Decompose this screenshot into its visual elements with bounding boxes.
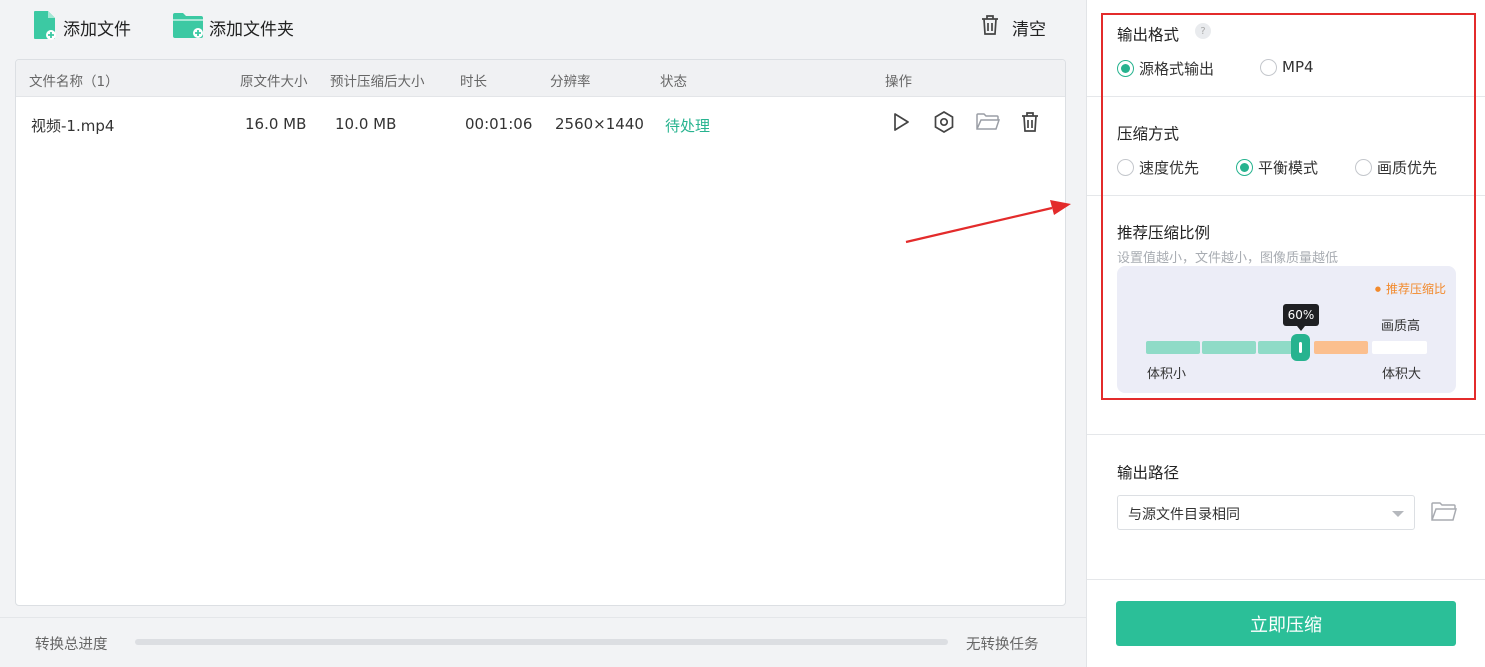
file-panel: 添加文件 添加文件夹 清空 文件名称（1） 原文件大小 预计压缩后大小 时长 分… [0, 0, 1086, 667]
radio-mp4[interactable]: MP4 [1260, 58, 1314, 76]
radio-dot [1117, 60, 1134, 77]
file-orig-size: 16.0 MB [245, 115, 307, 133]
slider-thumb[interactable] [1291, 334, 1310, 361]
col-header-actions: 操作 [885, 74, 912, 90]
add-folder-icon [172, 11, 209, 44]
radio-label: 源格式输出 [1139, 60, 1215, 78]
output-format-title: 输出格式 [1117, 26, 1180, 44]
progress-status: 无转换任务 [966, 637, 1039, 653]
output-path-value: 与源文件目录相同 [1128, 507, 1240, 523]
divider [1087, 96, 1485, 97]
add-file-label: 添加文件 [63, 19, 131, 40]
recommend-legend: 推荐压缩比 [1375, 280, 1446, 297]
col-header-status: 状态 [660, 74, 687, 90]
help-icon[interactable]: ? [1195, 23, 1211, 39]
trash-icon [978, 13, 1007, 42]
chevron-down-icon [1392, 511, 1404, 517]
clear-label: 清空 [1012, 19, 1046, 40]
settings-panel: 输出格式 ? 源格式输出 MP4 压缩方式 速度优先 平衡模式 画质优先 推荐压… [1087, 0, 1485, 667]
size-large-label: 体积大 [1382, 367, 1422, 382]
add-file-icon [32, 10, 63, 45]
col-header-resolution: 分辨率 [550, 74, 591, 90]
compress-mode-title: 压缩方式 [1117, 125, 1180, 143]
col-header-duration: 时长 [460, 74, 487, 90]
slider-segment[interactable] [1202, 341, 1256, 354]
slider-segment-recommended[interactable] [1314, 341, 1368, 354]
radio-source-format[interactable]: 源格式输出 [1117, 58, 1214, 79]
file-status: 待处理 [665, 117, 711, 135]
browse-folder-button[interactable] [1430, 500, 1458, 528]
radio-dot [1117, 159, 1134, 176]
divider [1087, 195, 1485, 196]
col-header-est-size: 预计压缩后大小 [330, 74, 425, 90]
divider [1087, 579, 1485, 580]
compression-ratio-slider-card: 推荐压缩比 60% 画质高 体积小 体积大 [1117, 266, 1456, 393]
radio-label: 平衡模式 [1258, 159, 1319, 177]
size-small-label: 体积小 [1147, 367, 1187, 382]
file-name: 视频-1.mp4 [31, 117, 115, 135]
radio-balanced[interactable]: 平衡模式 [1236, 157, 1318, 178]
slider-value-tooltip: 60% [1283, 304, 1319, 331]
add-folder-label: 添加文件夹 [209, 19, 294, 40]
open-folder-button[interactable] [975, 111, 1001, 137]
radio-dot [1236, 159, 1253, 176]
radio-dot [1260, 58, 1277, 76]
folder-icon [1430, 502, 1458, 528]
settings-button[interactable] [931, 111, 957, 137]
toolbar: 添加文件 添加文件夹 清空 [0, 0, 1086, 56]
radio-speed-first[interactable]: 速度优先 [1117, 157, 1199, 178]
radio-label: 画质优先 [1377, 159, 1438, 177]
slider-segment[interactable] [1146, 341, 1200, 354]
output-path-title: 输出路径 [1117, 464, 1180, 482]
file-table: 文件名称（1） 原文件大小 预计压缩后大小 时长 分辨率 状态 操作 视频-1.… [15, 59, 1066, 606]
radio-label: MP4 [1282, 58, 1314, 76]
clear-button[interactable]: 清空 [978, 10, 1046, 44]
ratio-title: 推荐压缩比例 [1117, 224, 1211, 242]
play-icon [890, 111, 912, 137]
add-file-button[interactable]: 添加文件 [32, 10, 131, 44]
progress-track [135, 639, 948, 645]
gear-icon [932, 110, 956, 138]
play-button[interactable] [888, 111, 914, 137]
folder-icon [975, 111, 1001, 137]
radio-label: 速度优先 [1139, 159, 1200, 177]
file-duration: 00:01:06 [465, 115, 533, 133]
radio-quality-first[interactable]: 画质优先 [1355, 157, 1437, 178]
file-resolution: 2560×1440 [555, 115, 644, 133]
file-est-size: 10.0 MB [335, 115, 397, 133]
table-row[interactable]: 视频-1.mp4 16.0 MB 10.0 MB 00:01:06 2560×1… [16, 97, 1065, 153]
trash-icon [1019, 110, 1041, 138]
col-header-orig-size: 原文件大小 [240, 74, 308, 90]
col-header-name: 文件名称（1） [29, 74, 119, 90]
radio-dot [1355, 159, 1372, 176]
delete-button[interactable] [1017, 111, 1043, 137]
divider [1087, 434, 1485, 435]
quality-high-label: 画质高 [1381, 319, 1421, 334]
slider-segment[interactable] [1372, 341, 1427, 354]
add-folder-button[interactable]: 添加文件夹 [172, 10, 294, 44]
compress-now-button[interactable]: 立即压缩 [1116, 601, 1456, 646]
output-path-select[interactable]: 与源文件目录相同 [1117, 495, 1415, 530]
table-header: 文件名称（1） 原文件大小 预计压缩后大小 时长 分辨率 状态 操作 [16, 60, 1065, 97]
total-progress-bar: 转换总进度 无转换任务 [0, 617, 1086, 667]
progress-label: 转换总进度 [35, 637, 108, 653]
ratio-hint: 设置值越小，文件越小，图像质量越低 [1117, 251, 1339, 266]
